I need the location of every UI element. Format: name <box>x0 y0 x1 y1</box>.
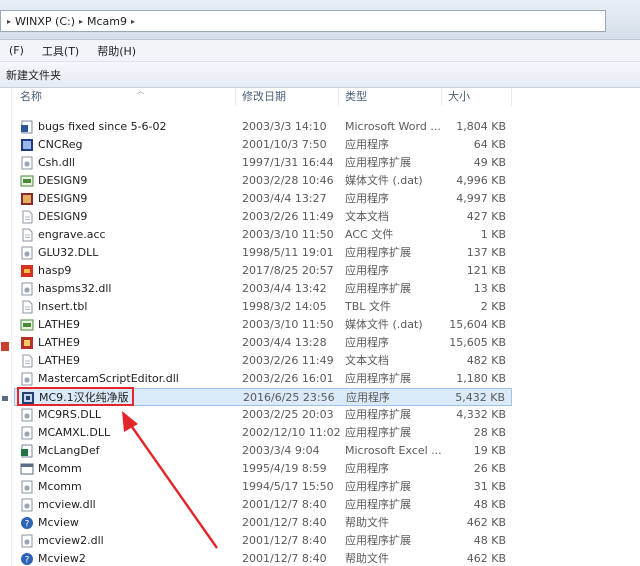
annotation-arrow <box>122 411 218 549</box>
